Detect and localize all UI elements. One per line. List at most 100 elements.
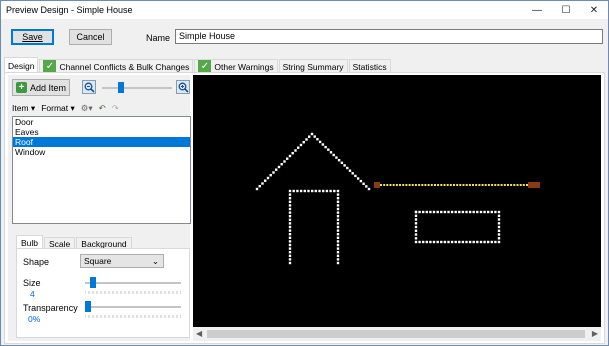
eaves-bulb	[424, 184, 427, 186]
item-menu[interactable]: Item ▾	[12, 103, 35, 114]
eaves-bulb	[449, 184, 452, 186]
format-menu-label: Format	[41, 102, 69, 113]
window-bulb	[487, 240, 490, 244]
transparency-value: 0%	[28, 314, 41, 324]
eaves-bulb	[519, 184, 522, 186]
main-tabs: Design ✓ Channel Conflicts & Bulk Change…	[4, 57, 392, 73]
scroll-right-icon[interactable]: ▶	[592, 329, 598, 338]
window-bulb	[422, 240, 425, 244]
window-bulb	[497, 240, 501, 244]
zoom-slider-thumb[interactable]	[118, 82, 124, 93]
maximize-button[interactable]: ☐	[552, 1, 580, 19]
dropdown-arrow-icon: ▾	[70, 102, 75, 113]
preview-canvas[interactable]	[193, 75, 601, 327]
roof-bulb	[258, 185, 261, 188]
scroll-left-icon[interactable]: ◀	[196, 329, 202, 338]
list-item-window[interactable]: Window	[13, 147, 190, 157]
roof-bulb	[310, 132, 314, 136]
window-title: Preview Design - Simple House	[6, 5, 133, 15]
door-bulb	[288, 211, 292, 214]
window-bulb	[447, 210, 450, 214]
window-bulb	[476, 210, 479, 214]
size-slider-thumb[interactable]	[89, 277, 96, 288]
items-panel: + Add Item Item ▾ Format ▾ ⚙▾ ↶ ↷ Door E…	[8, 75, 191, 341]
door-bulb	[288, 225, 292, 229]
scrollbar-thumb[interactable]	[207, 330, 585, 338]
format-menu[interactable]: Format ▾	[41, 103, 75, 114]
eaves-bulb	[526, 184, 528, 186]
transparency-slider-thumb[interactable]	[85, 301, 91, 312]
door-string[interactable]	[288, 189, 340, 265]
window-string[interactable]	[414, 210, 501, 244]
shape-select[interactable]: Square ⌄	[80, 254, 164, 268]
list-item-eaves[interactable]: Eaves	[13, 127, 190, 137]
window-bulb	[429, 210, 432, 214]
window-bulb	[436, 210, 439, 214]
window-bulb	[461, 210, 465, 214]
shape-select-value: Square	[84, 256, 112, 266]
tab-channel-conflicts[interactable]: ✓ Channel Conflicts & Bulk Changes	[39, 59, 194, 73]
title-bar: Preview Design - Simple House — ☐ ✕	[1, 1, 608, 19]
window-bulb	[461, 240, 465, 244]
undo-icon[interactable]: ↶	[99, 103, 106, 114]
roof-bulb	[348, 169, 352, 172]
close-button[interactable]: ✕	[580, 1, 608, 19]
tab-other-warnings[interactable]: ✓ Other Warnings	[194, 59, 278, 73]
window-bulb	[479, 240, 483, 244]
door-bulb	[336, 240, 340, 243]
window-bulb	[414, 222, 418, 225]
window-bulb	[440, 210, 443, 214]
zoom-out-button[interactable]	[82, 80, 96, 94]
add-item-button[interactable]: + Add Item	[12, 79, 70, 96]
window-bulb	[432, 210, 436, 214]
items-list[interactable]: Door Eaves Roof Window	[12, 116, 191, 224]
roof-bulb	[297, 146, 300, 149]
redo-icon[interactable]: ↷	[112, 103, 119, 114]
tab-string-summary[interactable]: String Summary	[278, 59, 348, 73]
eaves-bulb	[468, 184, 471, 186]
cancel-button[interactable]: Cancel	[69, 29, 112, 45]
roof-bulb	[321, 143, 325, 146]
window-bulb	[450, 210, 454, 214]
zoom-in-button[interactable]	[176, 80, 190, 94]
tab-other-warnings-label: Other Warnings	[214, 61, 274, 72]
roof-string[interactable]	[255, 132, 371, 191]
window-bulb	[497, 229, 501, 232]
window-bulb	[497, 214, 501, 217]
eaves-bulb	[475, 184, 478, 186]
eaves-bulb	[405, 184, 408, 186]
tab-channel-conflicts-label: Channel Conflicts & Bulk Changes	[59, 61, 190, 72]
door-bulb	[288, 222, 292, 225]
tab-bulb[interactable]: Bulb	[16, 235, 44, 249]
eaves-bulb	[383, 184, 386, 186]
horizontal-scrollbar[interactable]: ◀ ▶	[193, 327, 601, 341]
eaves-bulb	[446, 184, 449, 186]
minimize-button[interactable]: —	[523, 1, 551, 19]
eaves-bulb	[491, 184, 494, 186]
door-bulb	[322, 189, 325, 193]
save-button[interactable]: Save	[11, 29, 54, 45]
door-bulb	[336, 236, 340, 239]
door-bulb	[336, 189, 340, 193]
list-item-roof[interactable]: Roof	[13, 137, 190, 147]
window-bulb	[432, 240, 436, 244]
eaves-endpoint-handle[interactable]	[528, 182, 534, 188]
window-bulb	[494, 240, 497, 244]
door-bulb	[329, 189, 332, 193]
list-item-door[interactable]: Door	[13, 117, 190, 127]
eaves-endpoint-handle[interactable]	[534, 182, 540, 188]
roof-bulb	[327, 148, 330, 151]
dropdown-arrow-icon: ▾	[30, 102, 36, 113]
roof-bulb	[269, 174, 272, 177]
window-bulb	[494, 210, 497, 214]
tab-design[interactable]: Design	[4, 57, 39, 73]
eaves-endpoint-handle[interactable]	[374, 182, 380, 188]
name-field[interactable]: Simple House	[175, 29, 603, 44]
eaves-string[interactable]	[374, 182, 540, 188]
tab-statistics[interactable]: Statistics	[348, 59, 391, 73]
door-bulb	[336, 225, 340, 229]
eaves-bulb	[507, 184, 509, 186]
settings-gear-button[interactable]: ⚙▾	[81, 103, 93, 114]
window-bulb	[465, 210, 468, 214]
roof-bulb	[340, 161, 344, 164]
